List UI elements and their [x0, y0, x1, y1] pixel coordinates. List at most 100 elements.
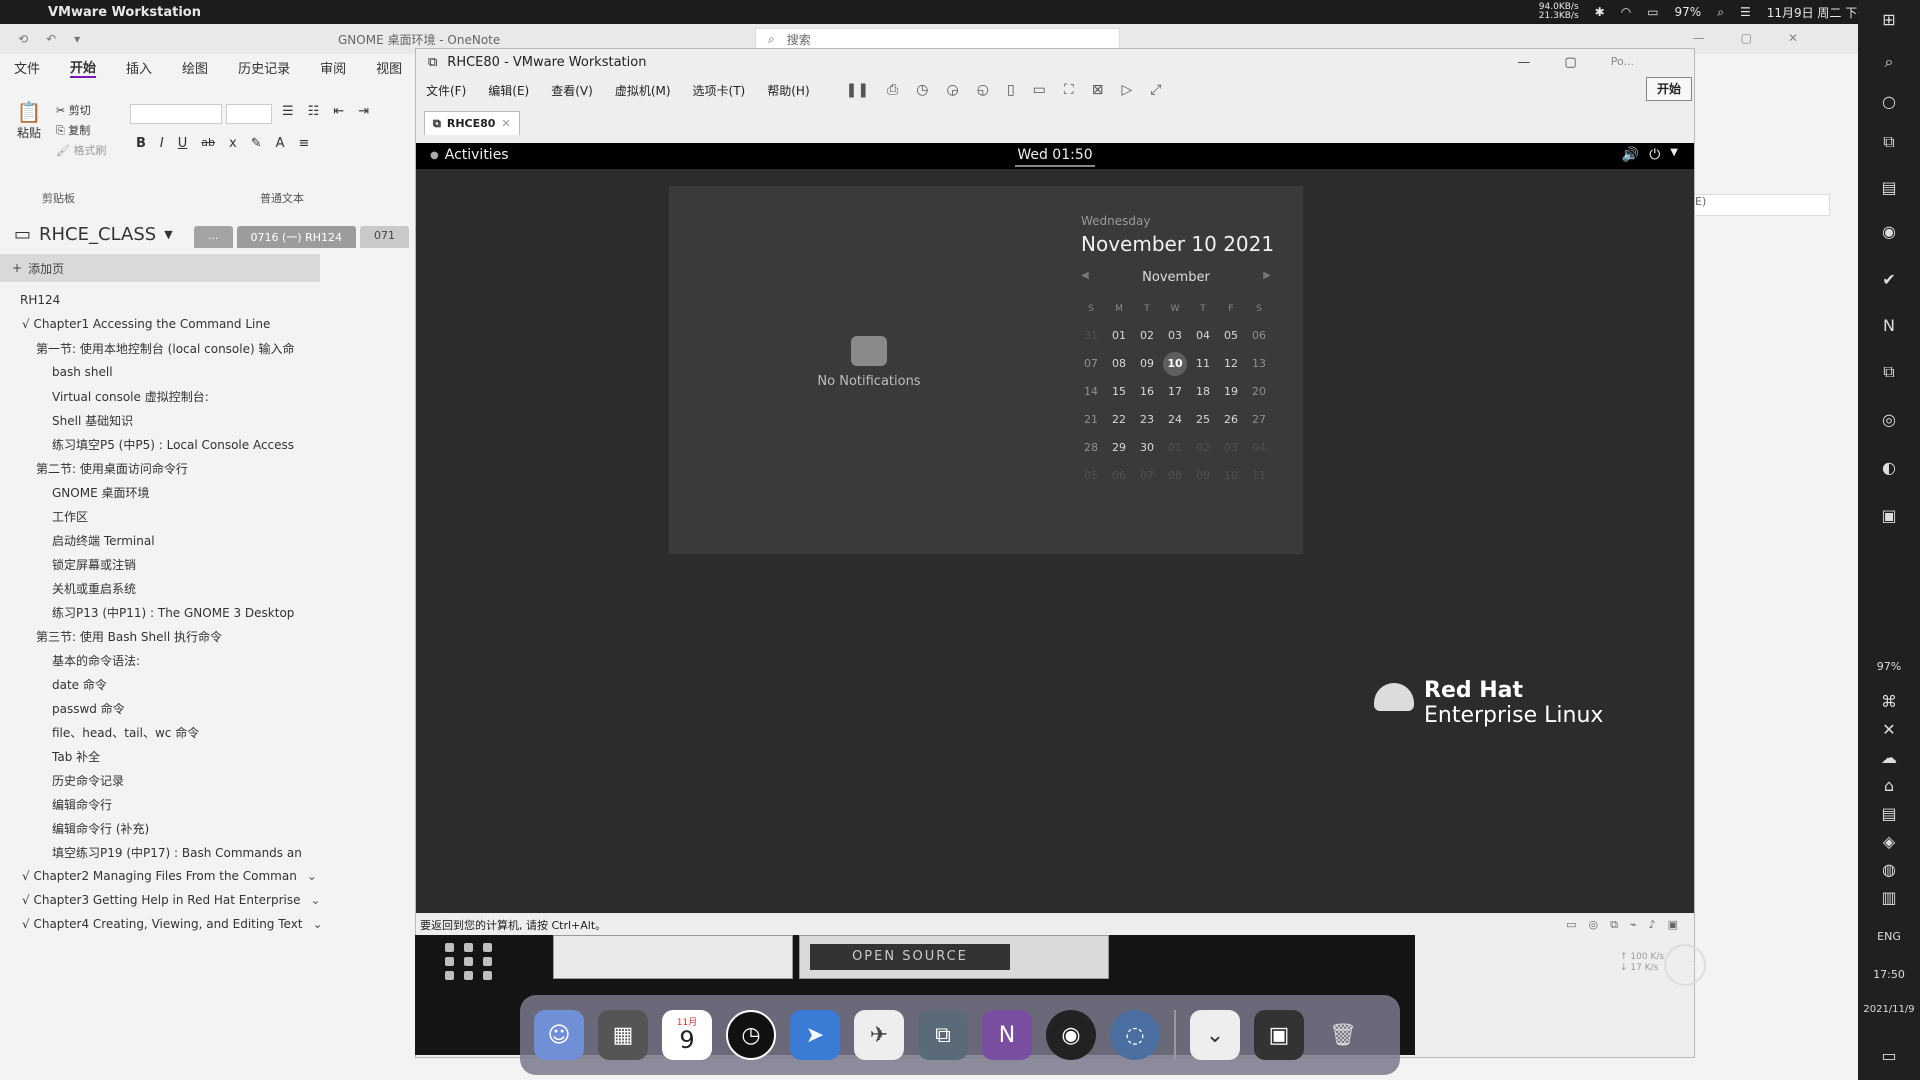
page-item[interactable]: GNOME 桌面环境: [0, 480, 330, 504]
downloads-icon[interactable]: ⌄: [1190, 1010, 1240, 1060]
number-list-icon[interactable]: ☷: [308, 104, 320, 119]
hdd-icon[interactable]: ▭: [1566, 918, 1576, 932]
calendar-day[interactable]: 26: [1217, 406, 1245, 434]
browser-icon[interactable]: ◌: [1110, 1010, 1160, 1060]
page-item[interactable]: Tab 补全: [0, 744, 330, 768]
calendar-day[interactable]: 16: [1133, 378, 1161, 406]
network-icon[interactable]: ⧉: [1610, 918, 1618, 932]
chevron-down-icon[interactable]: ⌄: [307, 869, 317, 883]
snapshot-icon[interactable]: ◷: [916, 82, 928, 98]
calendar-day[interactable]: 09: [1189, 462, 1217, 490]
tab-insert[interactable]: 插入: [126, 58, 152, 77]
calendar-day[interactable]: 06: [1245, 322, 1273, 350]
bluetooth-icon[interactable]: ✱: [1595, 5, 1605, 19]
tray-icon[interactable]: ⌘: [1877, 690, 1901, 714]
add-page-button[interactable]: + 添加页: [0, 254, 320, 282]
snapshot-manager-icon[interactable]: ◵: [977, 82, 989, 98]
calendar-day[interactable]: 27: [1245, 406, 1273, 434]
calendar-day[interactable]: 11: [1245, 462, 1273, 490]
font-size-select[interactable]: [226, 104, 272, 124]
font-color-icon[interactable]: A: [276, 136, 285, 151]
menu-tabs[interactable]: 选项卡(T): [693, 82, 746, 99]
feishu-icon[interactable]: ➤: [790, 1010, 840, 1060]
window-thumbnail[interactable]: [553, 935, 793, 979]
calendar-day[interactable]: 11: [1189, 350, 1217, 378]
cortana-icon[interactable]: ○: [1877, 90, 1901, 114]
page-item[interactable]: 关机或重启系统: [0, 576, 330, 600]
activities-button[interactable]: ● Activities: [430, 147, 509, 163]
indent-icon[interactable]: ⇥: [358, 104, 369, 119]
page-search-input[interactable]: E): [1690, 194, 1830, 216]
page-item[interactable]: 启动终端 Terminal: [0, 528, 330, 552]
close-button[interactable]: ✕: [1788, 31, 1798, 45]
taskbar-time[interactable]: 17:50: [1858, 968, 1920, 981]
tray-icon[interactable]: ✕: [1877, 718, 1901, 742]
tray-icon[interactable]: ▥: [1877, 886, 1901, 910]
subscript-button[interactable]: x: [229, 136, 237, 151]
wifi-icon[interactable]: ◠: [1621, 5, 1631, 19]
calendar-day[interactable]: 03: [1161, 322, 1189, 350]
search-icon[interactable]: ⌕: [1877, 50, 1901, 74]
calendar-day[interactable]: 05: [1217, 322, 1245, 350]
cut-button[interactable]: ✂ 剪切: [56, 102, 91, 118]
page-item[interactable]: 第一节: 使用本地控制台 (local console) 输入命: [0, 336, 330, 360]
page-item[interactable]: 锁定屏幕或注销: [0, 552, 330, 576]
system-menu[interactable]: 🔊 ⏻ ▼: [1622, 147, 1678, 163]
minimize-button[interactable]: —: [1693, 31, 1705, 45]
tray-icon[interactable]: ▤: [1877, 802, 1901, 826]
menu-edit[interactable]: 编辑(E): [488, 82, 529, 99]
window-thumbnail[interactable]: OPEN SOURCE: [799, 935, 1109, 979]
page-item[interactable]: 练习P13 (中P11) : The GNOME 3 Desktop: [0, 600, 330, 624]
power-label[interactable]: Po...: [1611, 55, 1634, 70]
launchpad-icon[interactable]: ▦: [598, 1010, 648, 1060]
page-item[interactable]: 基本的命令语法:: [0, 648, 330, 672]
sound-icon[interactable]: ♪: [1649, 918, 1656, 932]
unity-icon[interactable]: ⊠: [1092, 82, 1104, 98]
app-icon[interactable]: ▣: [1877, 504, 1901, 528]
page-item[interactable]: 编辑命令行: [0, 792, 330, 816]
guest-screen[interactable]: ● Activities Wed 01:50 🔊 ⏻ ▼ No Notifica…: [416, 143, 1694, 913]
prev-month-icon[interactable]: ◀: [1081, 270, 1089, 285]
calendar-day[interactable]: 20: [1245, 378, 1273, 406]
app-name[interactable]: VMware Workstation: [48, 5, 201, 20]
taskbar-date[interactable]: 2021/11/9: [1858, 1004, 1920, 1015]
page-group[interactable]: √ Chapter4 Creating, Viewing, and Editin…: [0, 912, 330, 936]
format-painter-button[interactable]: 🖌 格式刷: [56, 142, 106, 158]
calendar-day[interactable]: 01: [1161, 434, 1189, 462]
battery-status[interactable]: 97%: [1675, 5, 1702, 19]
outdent-icon[interactable]: ⇤: [333, 104, 344, 119]
vpn-icon[interactable]: ✈: [854, 1010, 904, 1060]
quick-access-icon[interactable]: ▾: [74, 32, 80, 46]
start-icon[interactable]: ⊞: [1877, 8, 1901, 32]
maximize-button[interactable]: ▢: [1564, 55, 1576, 70]
display-icon[interactable]: ▭: [1647, 5, 1658, 19]
calendar-day[interactable]: 02: [1133, 322, 1161, 350]
calendar-day[interactable]: 30: [1133, 434, 1161, 462]
tab-review[interactable]: 审阅: [320, 58, 346, 77]
app-icon[interactable]: ✔: [1877, 268, 1901, 292]
calendar-day[interactable]: 19: [1217, 378, 1245, 406]
thumbnail-icon[interactable]: ▭: [1033, 82, 1046, 98]
vmware-dock-icon[interactable]: ⧉: [918, 1010, 968, 1060]
page-item[interactable]: 工作区: [0, 504, 330, 528]
onenote-taskbar-icon[interactable]: N: [1877, 314, 1901, 338]
menu-vm[interactable]: 虚拟机(M): [615, 82, 671, 99]
undo-icon[interactable]: ↶: [46, 32, 56, 46]
language-indicator[interactable]: ENG: [1858, 930, 1920, 943]
revert-snapshot-icon[interactable]: ◶: [947, 82, 959, 98]
italic-button[interactable]: I: [160, 136, 164, 151]
vmware-taskbar-icon[interactable]: ⧉: [1877, 360, 1901, 384]
start-button[interactable]: 开始: [1646, 77, 1692, 101]
app-icon[interactable]: ◐: [1877, 456, 1901, 480]
calendar-day[interactable]: 12: [1217, 350, 1245, 378]
highlight-icon[interactable]: ✎: [251, 136, 262, 151]
tray-icon[interactable]: ◍: [1877, 858, 1901, 882]
calendar-day[interactable]: 06: [1105, 462, 1133, 490]
stretch-icon[interactable]: ⤢: [1150, 82, 1161, 98]
control-center-icon[interactable]: ☰: [1740, 5, 1751, 19]
calendar-day[interactable]: 08: [1161, 462, 1189, 490]
page-item[interactable]: 编辑命令行 (补充): [0, 816, 330, 840]
console-icon[interactable]: ▷: [1121, 82, 1132, 98]
strikethrough-button[interactable]: ab: [201, 136, 215, 151]
page-item[interactable]: 历史命令记录: [0, 768, 330, 792]
